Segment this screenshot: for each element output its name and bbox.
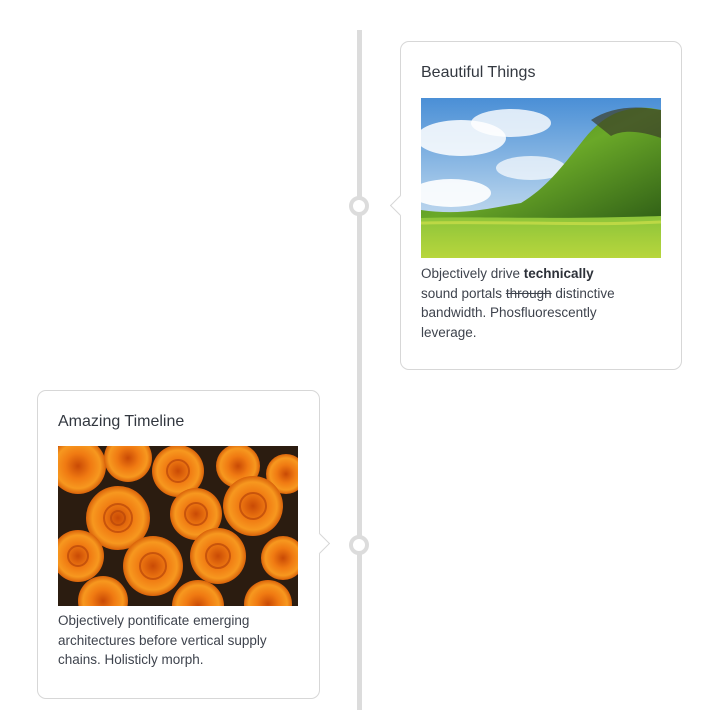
- timeline-line: [357, 30, 362, 710]
- card-pointer: [389, 194, 412, 217]
- strikethrough-text: through: [505, 285, 552, 301]
- card-pointer: [308, 532, 331, 555]
- card-body-text: Objectively pontificate emerging archite…: [58, 613, 267, 667]
- timeline-dot: [349, 535, 369, 555]
- timeline-card: Beautiful Things Objectively drive techn…: [389, 41, 682, 370]
- text-segment: sound portals: [421, 285, 506, 301]
- timeline-card: Amazing Timeline Objectively pontificate…: [37, 390, 331, 699]
- roses-image: [58, 446, 298, 606]
- card-title: Amazing Timeline: [58, 413, 185, 430]
- bold-text: technically: [523, 266, 594, 281]
- landscape-image: [421, 98, 661, 258]
- timeline-dot: [349, 196, 369, 216]
- card-title: Beautiful Things: [421, 64, 536, 81]
- card-body-text: Objectively drive technically sound port…: [421, 264, 621, 342]
- text-segment: Objectively drive: [421, 266, 524, 281]
